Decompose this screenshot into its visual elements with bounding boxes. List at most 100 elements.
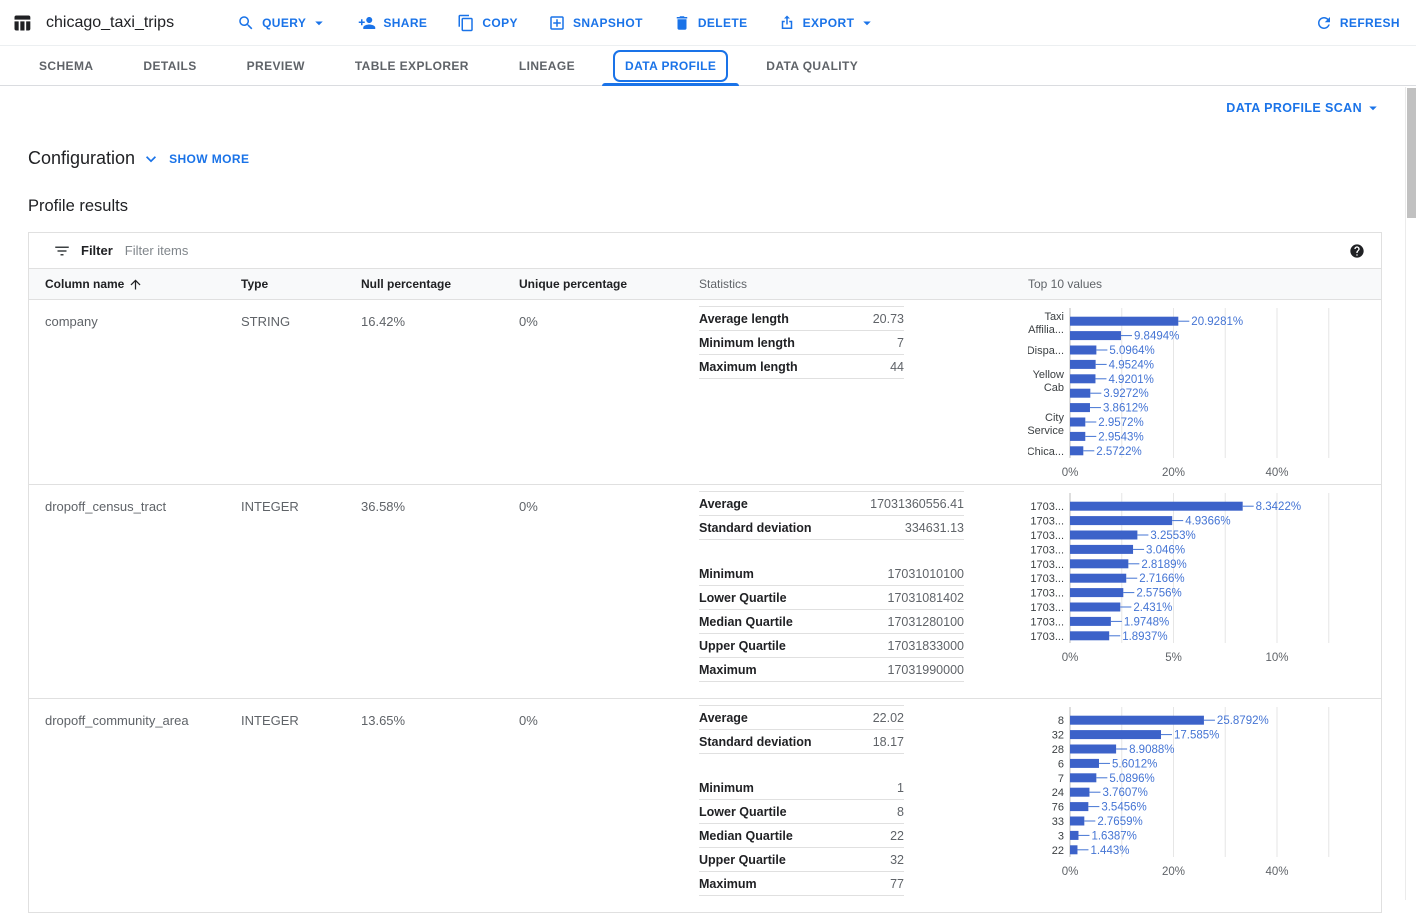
column-header-null-percentage: Null percentage (361, 277, 519, 291)
help-button[interactable] (1349, 243, 1365, 259)
svg-text:2.5756%: 2.5756% (1136, 588, 1181, 600)
cell-statistics: Average17031360556.41Standard deviation3… (699, 491, 1028, 698)
tab-data-profile[interactable]: DATA PROFILE (600, 46, 741, 85)
arrow-drop-down-icon (310, 14, 328, 32)
statistic-row: Standard deviation334631.13 (699, 516, 964, 540)
tab-lineage[interactable]: LINEAGE (494, 46, 600, 85)
svg-text:3.046%: 3.046% (1146, 544, 1185, 556)
svg-text:1.9748%: 1.9748% (1124, 616, 1169, 628)
filter-bar: Filter (29, 233, 1381, 268)
svg-text:1703...: 1703... (1030, 631, 1064, 643)
filter-input[interactable] (123, 242, 1339, 259)
table-title: chicago_taxi_trips (46, 14, 174, 32)
scrollbar-thumb[interactable] (1407, 88, 1416, 218)
scrollbar (1405, 87, 1416, 900)
statistic-row: Average22.02 (699, 706, 904, 730)
refresh-button[interactable]: REFRESH (1300, 5, 1400, 41)
svg-text:1703...: 1703... (1030, 573, 1064, 585)
tab-schema[interactable]: SCHEMA (14, 46, 118, 85)
tab-table-explorer[interactable]: TABLE EXPLORER (330, 46, 494, 85)
snapshot-label: SNAPSHOT (573, 16, 643, 30)
cell-unique-percentage: 0% (519, 306, 699, 329)
statistic-label: Standard deviation (699, 735, 812, 749)
sort-ascending-icon (128, 277, 143, 292)
statistic-value: 32 (890, 853, 904, 867)
svg-text:0%: 0% (1062, 467, 1079, 479)
svg-text:Yellow: Yellow (1033, 369, 1064, 381)
top-app-bar: chicago_taxi_trips QUERY SHARE COPY SNAPSHO… (0, 0, 1416, 46)
svg-text:1703...: 1703... (1030, 616, 1064, 628)
statistic-row: Maximum77 (699, 872, 904, 896)
statistic-row: Minimum 1 (699, 776, 904, 800)
table-body: companySTRING16.42%0%Average length20.73… (29, 300, 1381, 913)
svg-text:8.9088%: 8.9088% (1129, 744, 1174, 756)
statistic-label: Maximum (699, 663, 757, 677)
svg-text:2.7659%: 2.7659% (1097, 816, 1142, 828)
statistic-label: Median Quartile (699, 829, 793, 843)
chevron-down-icon (141, 149, 161, 169)
tab-preview[interactable]: PREVIEW (222, 46, 330, 85)
cell-type: INTEGER (241, 491, 361, 514)
statistic-value: 334631.13 (905, 521, 964, 535)
svg-text:1703...: 1703... (1030, 544, 1064, 556)
statistic-value: 1 (897, 781, 904, 795)
statistic-row: Upper Quartile32 (699, 848, 904, 872)
statistic-row: Average length20.73 (699, 307, 904, 331)
query-button[interactable]: QUERY (222, 5, 343, 41)
statistic-value: 17031280100 (888, 615, 964, 629)
svg-text:0%: 0% (1062, 652, 1079, 664)
export-icon (778, 14, 796, 32)
cell-column-name: company (45, 306, 241, 329)
svg-text:20%: 20% (1162, 866, 1185, 878)
svg-text:1.8937%: 1.8937% (1122, 631, 1167, 643)
svg-text:1703...: 1703... (1030, 559, 1064, 571)
svg-text:Taxi: Taxi (1044, 311, 1064, 323)
statistic-row: Upper Quartile17031833000 (699, 634, 964, 658)
statistic-label: Upper Quartile (699, 639, 786, 653)
svg-text:3.2553%: 3.2553% (1150, 530, 1195, 542)
column-header-top-10-values: Top 10 values (1028, 277, 1365, 291)
svg-text:2.7166%: 2.7166% (1139, 573, 1184, 585)
snapshot-button[interactable]: SNAPSHOT (533, 5, 658, 41)
tab-details[interactable]: DETAILS (118, 46, 221, 85)
expand-configuration-button[interactable] (141, 149, 161, 169)
svg-text:1.443%: 1.443% (1090, 845, 1129, 857)
toolbar-actions: QUERY SHARE COPY SNAPSHOT DELETE EXPORT (222, 5, 891, 41)
cell-top-10-values: 20.9281%TaxiAffilia...9.8494%5.0964%Disp… (1028, 306, 1368, 484)
svg-text:8.3422%: 8.3422% (1256, 501, 1301, 513)
statistic-row: Minimum length7 (699, 331, 904, 355)
data-profile-scan-menu[interactable]: DATA PROFILE SCAN (1226, 99, 1382, 117)
statistic-value: 17031010100 (888, 567, 964, 581)
svg-text:3.5456%: 3.5456% (1101, 802, 1146, 814)
svg-text:Service: Service (1028, 425, 1064, 437)
svg-text:1703...: 1703... (1030, 516, 1064, 528)
cell-top-10-values: 8.3422%1703...4.9366%1703...3.2553%1703.… (1028, 491, 1368, 669)
tab-data-quality[interactable]: DATA QUALITY (741, 46, 883, 85)
svg-text:2.9543%: 2.9543% (1098, 431, 1143, 443)
column-header-type: Type (241, 277, 361, 291)
cell-null-percentage: 36.58% (361, 491, 519, 514)
show-more-button[interactable]: SHOW MORE (169, 152, 249, 166)
statistic-row: Maximum length44 (699, 355, 904, 379)
statistic-label: Minimum (699, 781, 754, 795)
cell-column-name: dropoff_community_area (45, 705, 241, 728)
svg-text:Dispa...: Dispa... (1028, 345, 1064, 357)
svg-text:2.5722%: 2.5722% (1096, 446, 1141, 458)
export-label: EXPORT (803, 16, 855, 30)
share-button[interactable]: SHARE (343, 5, 442, 41)
cell-column-name: dropoff_census_tract (45, 491, 241, 514)
export-button[interactable]: EXPORT (763, 5, 892, 41)
svg-text:20%: 20% (1162, 467, 1185, 479)
cell-unique-percentage: 0% (519, 705, 699, 728)
table-icon (12, 13, 32, 33)
copy-button[interactable]: COPY (442, 5, 533, 41)
share-label: SHARE (383, 16, 427, 30)
statistic-row: Minimum17031010100 (699, 562, 964, 586)
person-add-icon (358, 14, 376, 32)
delete-button[interactable]: DELETE (658, 5, 763, 41)
svg-text:76: 76 (1052, 802, 1064, 814)
svg-text:2.431%: 2.431% (1133, 602, 1172, 614)
refresh-icon (1315, 14, 1333, 32)
column-header-unique-percentage: Unique percentage (519, 277, 699, 291)
column-header-column-name[interactable]: Column name (45, 277, 241, 292)
